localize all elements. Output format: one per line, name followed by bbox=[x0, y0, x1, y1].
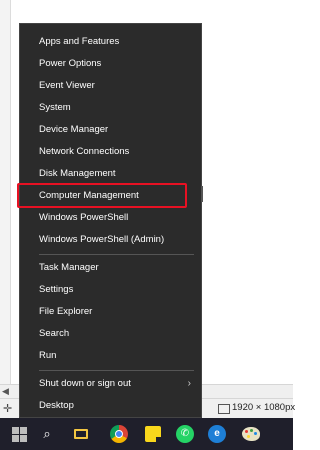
menu-item-label: Settings bbox=[39, 284, 74, 295]
whatsapp-icon[interactable]: ✆ bbox=[174, 423, 196, 445]
menu-item-label: Search bbox=[39, 328, 70, 339]
menu-item-settings[interactable]: Settings bbox=[20, 280, 201, 300]
menu-item-label: System bbox=[39, 102, 71, 113]
move-icon: ✛ bbox=[3, 403, 13, 415]
taskbar: ⌕ ✆ e bbox=[0, 418, 293, 450]
menu-item-desktop[interactable]: Desktop bbox=[20, 396, 201, 416]
chevron-right-icon: › bbox=[187, 378, 191, 389]
menu-item-label: Power Options bbox=[39, 58, 102, 69]
image-size-icon bbox=[218, 404, 230, 414]
menu-item-shut-down-or-sign-out[interactable]: Shut down or sign out › bbox=[20, 374, 201, 394]
paint-icon[interactable] bbox=[240, 423, 262, 445]
menu-item-power-options[interactable]: Power Options bbox=[20, 54, 201, 74]
menu-item-windows-powershell-admin[interactable]: Windows PowerShell (Admin) bbox=[20, 230, 201, 250]
menu-separator bbox=[39, 370, 194, 371]
chrome-icon[interactable] bbox=[108, 423, 130, 445]
background-left-panel bbox=[0, 0, 11, 384]
menu-item-label: Device Manager bbox=[39, 124, 109, 135]
file-explorer-icon[interactable] bbox=[70, 423, 92, 445]
menu-item-task-manager[interactable]: Task Manager bbox=[20, 258, 201, 278]
sticky-notes-icon[interactable] bbox=[142, 423, 164, 445]
menu-item-label: Event Viewer bbox=[39, 80, 95, 91]
image-dimensions: 1920 × 1080px bbox=[232, 402, 296, 413]
power-user-menu: Apps and Features Power Options Event Vi… bbox=[19, 23, 203, 418]
menu-item-label: Windows PowerShell (Admin) bbox=[39, 234, 165, 245]
menu-item-device-manager[interactable]: Device Manager bbox=[20, 120, 201, 140]
windows-start-icon[interactable] bbox=[8, 423, 30, 445]
menu-item-label: Windows PowerShell bbox=[39, 212, 129, 223]
menu-item-system[interactable]: System bbox=[20, 98, 201, 118]
search-icon[interactable]: ⌕ bbox=[36, 423, 58, 445]
menu-scroll-indicator bbox=[201, 186, 203, 202]
menu-item-label: Network Connections bbox=[39, 146, 130, 157]
menu-item-apps-and-features[interactable]: Apps and Features bbox=[20, 32, 201, 52]
menu-item-windows-powershell[interactable]: Windows PowerShell bbox=[20, 208, 201, 228]
menu-item-label: Disk Management bbox=[39, 168, 116, 179]
menu-separator bbox=[39, 254, 194, 255]
menu-item-label: Apps and Features bbox=[39, 36, 120, 47]
menu-item-label: Desktop bbox=[39, 400, 74, 411]
menu-item-search[interactable]: Search bbox=[20, 324, 201, 344]
highlight-box bbox=[17, 183, 187, 208]
menu-item-disk-management[interactable]: Disk Management bbox=[20, 164, 201, 184]
menu-item-event-viewer[interactable]: Event Viewer bbox=[20, 76, 201, 96]
menu-item-label: Task Manager bbox=[39, 262, 99, 273]
menu-item-label: Shut down or sign out bbox=[39, 378, 131, 389]
menu-item-run[interactable]: Run bbox=[20, 346, 201, 366]
menu-item-label: File Explorer bbox=[39, 306, 93, 317]
menu-item-file-explorer[interactable]: File Explorer bbox=[20, 302, 201, 322]
menu-item-network-connections[interactable]: Network Connections bbox=[20, 142, 201, 162]
scroll-left-icon[interactable]: ◀ bbox=[2, 386, 9, 397]
edge-icon[interactable]: e bbox=[206, 423, 228, 445]
menu-item-label: Run bbox=[39, 350, 57, 361]
